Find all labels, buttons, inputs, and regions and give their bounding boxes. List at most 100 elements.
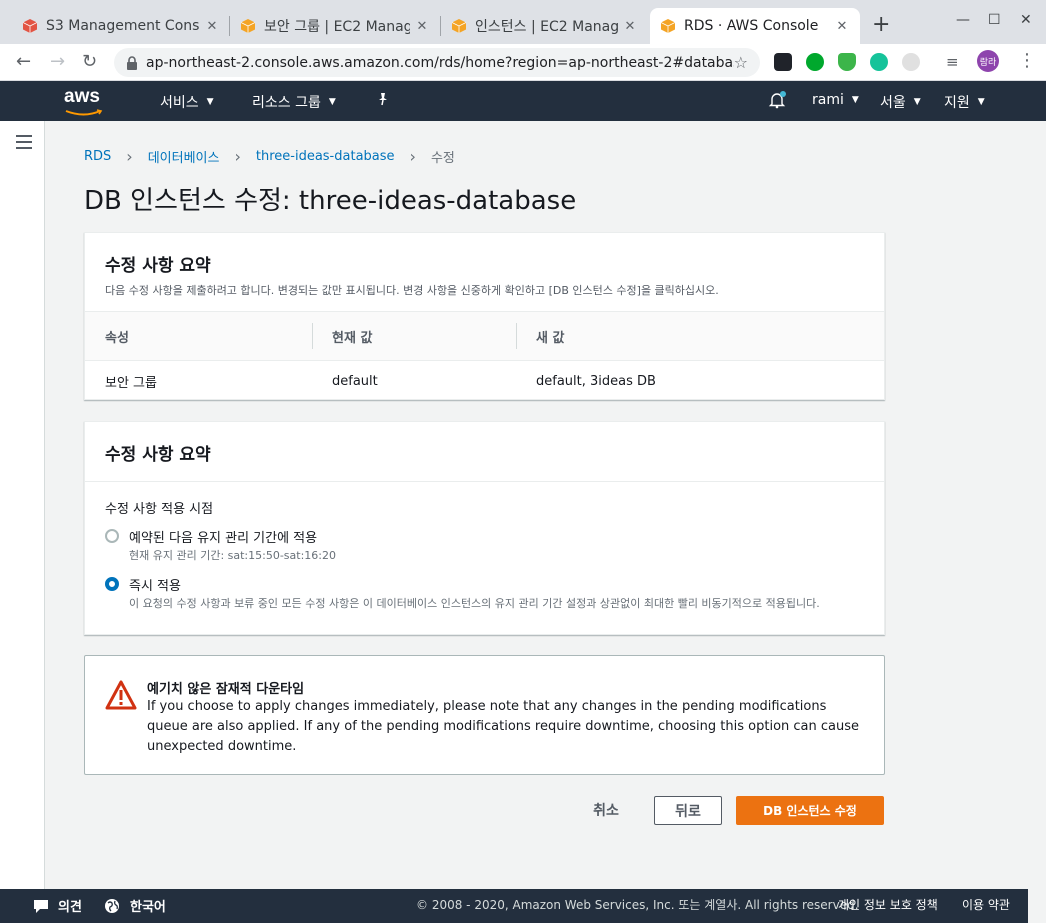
tab-title: 보안 그룹 | EC2 Manage (264, 19, 410, 35)
aws-logo[interactable]: aws (64, 86, 104, 121)
aws-logo-text: aws (64, 86, 100, 107)
breadcrumb: RDS › 데이터베이스 › three-ideas-database › 수정 (84, 147, 455, 166)
modify-db-instance-button[interactable]: DB 인스턴스 수정 (736, 796, 884, 825)
browser-toolbar: ← → ↻ ap-northeast-2.console.aws.amazon.… (0, 44, 1046, 81)
resource-groups-label: 리소스 그룹 (252, 95, 321, 111)
cell-current-value: default (332, 374, 378, 389)
cancel-button[interactable]: 취소 (580, 796, 632, 824)
chevron-down-icon: ▼ (328, 97, 336, 107)
services-label: 서비스 (160, 95, 199, 111)
ec2-box-icon (451, 19, 467, 33)
feedback-label: 의견 (58, 900, 82, 915)
chevron-right-icon: › (409, 147, 416, 166)
grammarly-icon[interactable] (870, 53, 888, 71)
lock-icon (127, 55, 137, 70)
pin-icon[interactable] (376, 92, 390, 106)
forward-arrow-icon[interactable]: → (50, 50, 65, 74)
new-tab-icon[interactable]: + (872, 14, 890, 36)
radio-selected-icon[interactable] (105, 577, 119, 591)
schedule-panel-title: 수정 사항 요약 (105, 445, 211, 465)
address-bar[interactable]: ap-northeast-2.console.aws.amazon.com/rd… (114, 48, 760, 77)
close-tab-icon[interactable]: ✕ (414, 19, 430, 34)
warning-body: If you choose to apply changes immediate… (147, 699, 859, 754)
browser-tab[interactable]: S3 Management Conso ✕ (12, 8, 230, 44)
media-playlist-icon[interactable]: ≡ (946, 53, 959, 71)
chevron-down-icon: ▼ (913, 97, 921, 107)
evernote-icon[interactable] (806, 53, 824, 71)
tab-title: S3 Management Conso (46, 18, 200, 34)
changes-table: 속성 현재 값 새 값 보안 그룹 default default, 3idea… (85, 311, 884, 402)
browser-tab[interactable]: 보안 그룹 | EC2 Manage ✕ (230, 8, 440, 44)
breadcrumb-current: 수정 (430, 151, 455, 166)
rds-box-icon (660, 19, 676, 33)
minimize-icon[interactable]: — (956, 12, 970, 28)
feedback-link[interactable]: 의견 (32, 896, 82, 915)
user-label: rami (812, 92, 844, 108)
radio-label: 즉시 적용 (129, 579, 181, 594)
bookmark-star-icon[interactable]: ☆ (734, 53, 748, 72)
radio-apply-next-maintenance[interactable]: 예약된 다음 유지 관리 기간에 적용 현재 유지 관리 기간: sat:15:… (105, 527, 864, 563)
browser-tab[interactable]: 인스턴스 | EC2 Manage ✕ (441, 8, 648, 44)
shield-extension-icon[interactable] (838, 53, 856, 71)
aws-smile-icon (65, 109, 103, 116)
back-arrow-icon[interactable]: ← (16, 50, 31, 74)
close-tab-icon[interactable]: ✕ (622, 19, 638, 34)
cell-new-value: default, 3ideas DB (536, 374, 656, 389)
language-label: 한국어 (130, 900, 166, 915)
maximize-icon[interactable]: ☐ (988, 12, 1001, 28)
region-menu[interactable]: 서울 ▼ (880, 92, 921, 112)
ec2-box-icon (240, 19, 256, 33)
page-title: DB 인스턴스 수정: three-ideas-database (84, 186, 577, 216)
breadcrumb-db-name[interactable]: three-ideas-database (256, 149, 395, 164)
apply-timing-label: 수정 사항 적용 시점 (105, 502, 214, 517)
close-window-icon[interactable]: ✕ (1020, 12, 1032, 28)
user-menu[interactable]: rami ▼ (812, 92, 859, 108)
tab-title: RDS · AWS Console (684, 18, 819, 34)
column-header-new-value: 새 값 (516, 322, 884, 349)
privacy-policy-link[interactable]: 개인 정보 보호 정책 (838, 896, 938, 913)
browser-tab-bar: S3 Management Conso ✕ 보안 그룹 | EC2 Manage… (0, 0, 1046, 44)
language-selector[interactable]: 한국어 (104, 896, 166, 915)
close-tab-icon[interactable]: ✕ (834, 19, 850, 34)
aws-box-icon (22, 19, 38, 33)
region-label: 서울 (880, 95, 906, 111)
support-menu[interactable]: 지원 ▼ (944, 92, 985, 112)
terms-link[interactable]: 이용 약관 (962, 896, 1010, 913)
radio-sublabel: 이 요청의 수정 사항과 보류 중인 모든 수정 사항은 이 데이터베이스 인스… (129, 597, 820, 610)
chevron-down-icon: ▼ (851, 95, 859, 105)
hamburger-menu-icon[interactable] (16, 135, 32, 153)
summary-panel-description: 다음 수정 사항을 제출하려고 합니다. 변경되는 값만 표시됩니다. 변경 사… (105, 284, 719, 297)
aws-footer: 의견 한국어 © 2008 - 2020, Amazon Web Service… (0, 889, 1028, 923)
radio-circle-icon[interactable] (105, 529, 119, 543)
resource-groups-menu[interactable]: 리소스 그룹 ▼ (252, 92, 336, 112)
aws-top-nav: aws 서비스 ▼ 리소스 그룹 ▼ rami ▼ 서울 ▼ 지원 ▼ (0, 81, 1046, 121)
back-button[interactable]: 뒤로 (654, 796, 722, 825)
column-header-attribute: 속성 (105, 330, 129, 346)
react-devtools-icon[interactable] (774, 53, 792, 71)
summary-panel-title: 수정 사항 요약 (105, 256, 211, 276)
breadcrumb-databases[interactable]: 데이터베이스 (148, 147, 220, 166)
table-row: 보안 그룹 default default, 3ideas DB (85, 360, 884, 402)
table-header-row: 속성 현재 값 새 값 (85, 311, 884, 360)
schedule-panel: 수정 사항 요약 수정 사항 적용 시점 예약된 다음 유지 관리 기간에 적용… (84, 421, 885, 635)
summary-panel: 수정 사항 요약 다음 수정 사항을 제출하려고 합니다. 변경되는 값만 표시… (84, 232, 885, 400)
radio-label: 예약된 다음 유지 관리 기간에 적용 (129, 531, 318, 546)
close-tab-icon[interactable]: ✕ (204, 19, 220, 34)
warning-title: 예기치 않은 잠재적 다운타임 (147, 682, 305, 697)
profile-avatar[interactable]: 람라 (977, 50, 999, 72)
radio-sublabel: 현재 유지 관리 기간: sat:15:50-sat:16:20 (129, 549, 337, 562)
globe-icon (105, 898, 119, 913)
support-label: 지원 (944, 95, 970, 111)
chevron-right-icon: › (126, 147, 133, 166)
chevron-right-icon: › (234, 147, 241, 166)
browser-menu-icon[interactable]: ⋮ (1018, 50, 1036, 71)
chevron-down-icon: ▼ (206, 97, 214, 107)
radio-apply-immediately[interactable]: 즉시 적용 이 요청의 수정 사항과 보류 중인 모든 수정 사항은 이 데이터… (105, 575, 864, 611)
services-menu[interactable]: 서비스 ▼ (160, 92, 214, 112)
copyright-text: © 2008 - 2020, Amazon Web Services, Inc.… (416, 898, 859, 912)
breadcrumb-rds[interactable]: RDS (84, 149, 111, 164)
browser-tab-active[interactable]: RDS · AWS Console ✕ (650, 8, 860, 44)
notifications-bell-icon[interactable] (768, 91, 786, 109)
extension-icon[interactable] (902, 53, 920, 71)
reload-icon[interactable]: ↻ (82, 50, 97, 74)
